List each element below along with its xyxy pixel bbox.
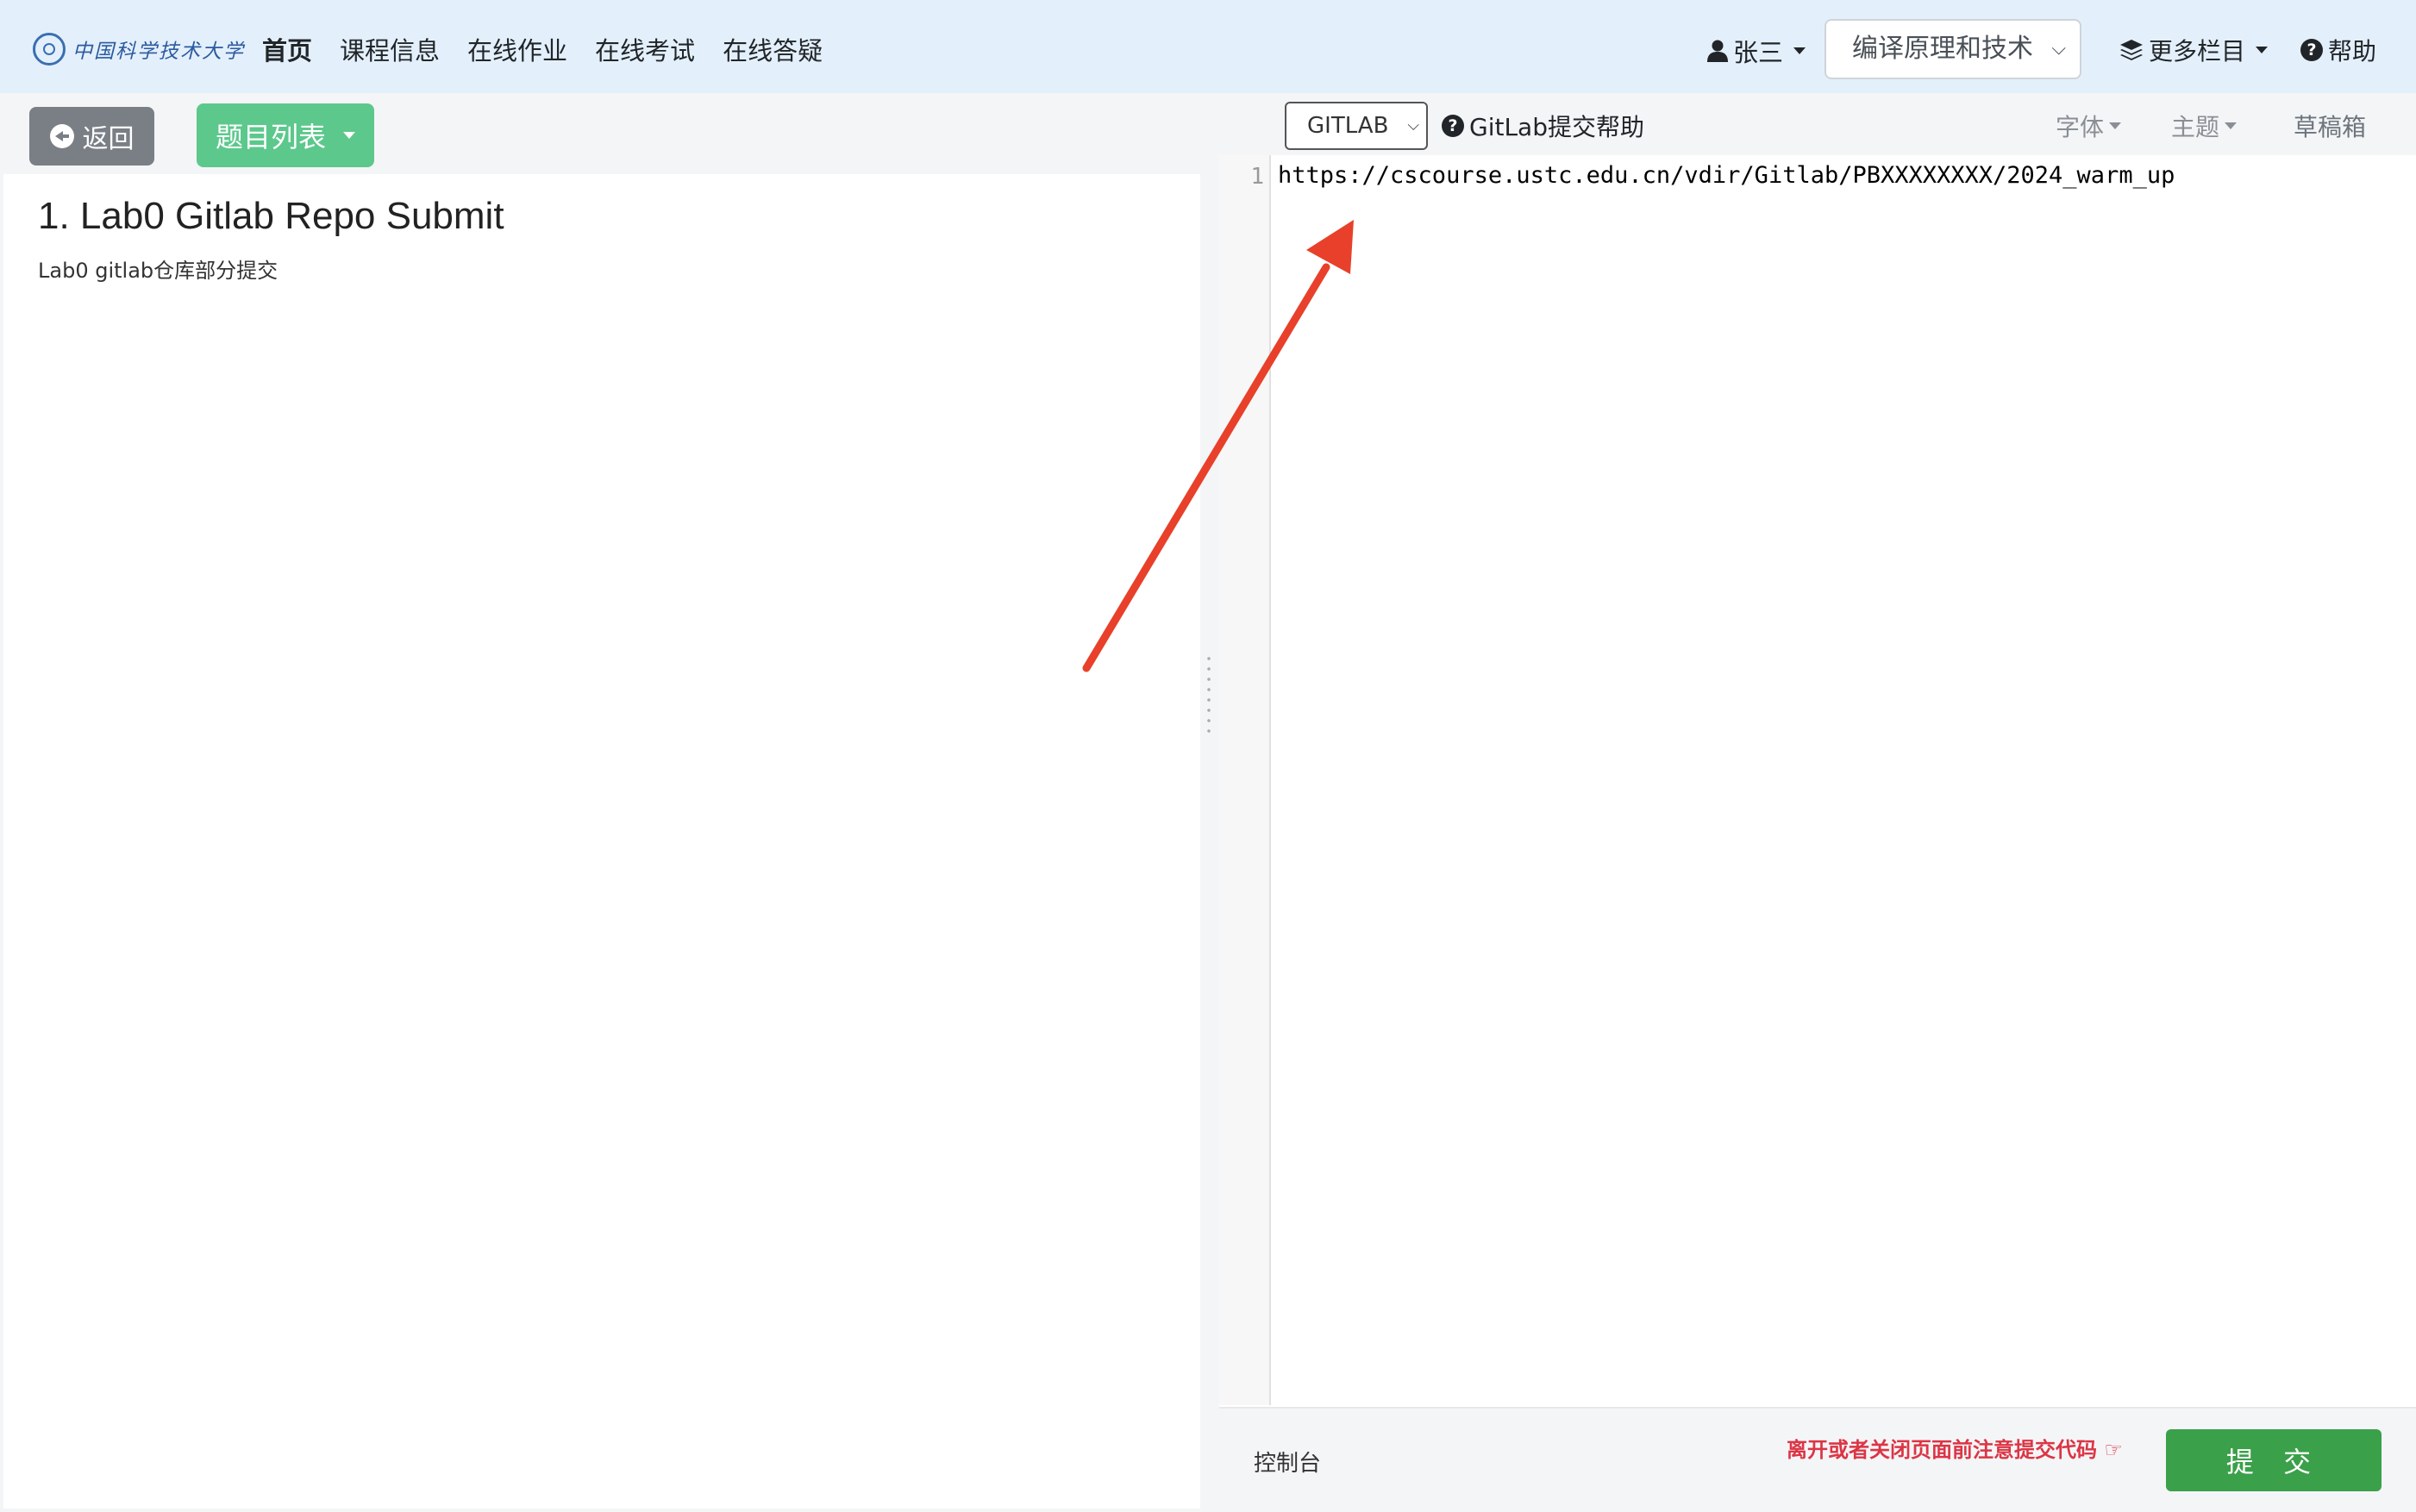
problem-list-button[interactable]: 题目列表 bbox=[197, 103, 374, 167]
font-menu[interactable]: 字体 bbox=[2056, 109, 2122, 143]
problem-title: 1. Lab0 Gitlab Repo Submit bbox=[38, 195, 504, 237]
editor-toolbar: GITLAB ⌵ ? GitLab提交帮助 字体 主题 草稿箱 bbox=[1219, 93, 2416, 155]
chevron-down-icon: ⌵ bbox=[1407, 116, 1419, 134]
drag-handle-icon bbox=[1207, 653, 1211, 736]
course-select[interactable]: 编译原理和技术 ⌵ bbox=[1825, 19, 2081, 79]
line-number: 1 bbox=[1250, 164, 1264, 190]
chevron-down-icon bbox=[2225, 122, 2238, 129]
theme-menu-label: 主题 bbox=[2171, 113, 2220, 141]
help-link[interactable]: ? 帮助 bbox=[2300, 33, 2376, 67]
font-menu-label: 字体 bbox=[2056, 113, 2105, 141]
chevron-down-icon bbox=[1793, 47, 1806, 54]
problem-list-label: 题目列表 bbox=[215, 121, 326, 153]
gitlab-help-label: GitLab提交帮助 bbox=[1469, 113, 1644, 141]
ustc-logo[interactable]: 中国科学技术大学 bbox=[33, 33, 245, 66]
help-label: 帮助 bbox=[2328, 37, 2377, 66]
submit-button[interactable]: 提 交 bbox=[2166, 1429, 2382, 1491]
top-navbar: 中国科学技术大学 首页 课程信息 在线作业 在线考试 在线答疑 张三 编译原理和… bbox=[0, 0, 2416, 93]
theme-menu[interactable]: 主题 bbox=[2171, 109, 2238, 143]
ustc-seal-icon bbox=[33, 33, 66, 66]
console-bar: 控制台 离开或者关闭页面前注意提交代码 ☞ 提 交 bbox=[1219, 1407, 2416, 1512]
code-line[interactable]: https://cscourse.ustc.edu.cn/vdir/Gitlab… bbox=[1278, 162, 2175, 189]
line-number-gutter: 1 bbox=[1219, 155, 1271, 1405]
main-nav: 首页 课程信息 在线作业 在线考试 在线答疑 bbox=[262, 31, 823, 67]
problem-description-panel: 1. Lab0 Gitlab Repo Submit Lab0 gitlab仓库… bbox=[3, 174, 1200, 1509]
language-value: GITLAB bbox=[1307, 113, 1389, 139]
chevron-down-icon: ⌵ bbox=[2051, 38, 2066, 59]
chevron-down-icon bbox=[2109, 122, 2122, 129]
layers-icon bbox=[2120, 40, 2143, 60]
submit-label: 提 交 bbox=[2225, 1446, 2322, 1478]
nav-exam[interactable]: 在线考试 bbox=[595, 31, 695, 67]
nav-homework[interactable]: 在线作业 bbox=[467, 31, 567, 67]
chevron-down-icon bbox=[2256, 47, 2269, 53]
console-toggle[interactable]: 控制台 bbox=[1254, 1446, 1321, 1478]
user-icon bbox=[1707, 40, 1728, 62]
question-circle-icon: ? bbox=[1442, 115, 1464, 137]
hand-pointer-icon: ☞ bbox=[2104, 1438, 2123, 1462]
arrow-circle-left-icon bbox=[49, 124, 74, 148]
back-button[interactable]: 返回 bbox=[29, 107, 154, 166]
chevron-down-icon bbox=[343, 132, 355, 139]
draft-box-link[interactable]: 草稿箱 bbox=[2294, 109, 2366, 143]
user-menu[interactable]: 张三 bbox=[1707, 33, 1806, 69]
panel-splitter[interactable] bbox=[1200, 93, 1219, 1510]
nav-home[interactable]: 首页 bbox=[262, 31, 312, 67]
back-label: 返回 bbox=[82, 124, 135, 154]
code-editor[interactable]: 1 https://cscourse.ustc.edu.cn/vdir/Gitl… bbox=[1219, 155, 2416, 1407]
gitlab-help-link[interactable]: ? GitLab提交帮助 bbox=[1442, 109, 1644, 143]
unsaved-warning: 离开或者关闭页面前注意提交代码 ☞ bbox=[1787, 1433, 2123, 1463]
user-name: 张三 bbox=[1733, 38, 1784, 67]
question-circle-icon: ? bbox=[2300, 39, 2323, 61]
course-select-value: 编译原理和技术 bbox=[1852, 34, 2033, 64]
unsaved-warning-text: 离开或者关闭页面前注意提交代码 bbox=[1787, 1438, 2097, 1462]
more-columns-label: 更多栏目 bbox=[2149, 37, 2246, 66]
more-columns-menu[interactable]: 更多栏目 bbox=[2119, 33, 2269, 67]
nav-qa[interactable]: 在线答疑 bbox=[723, 31, 823, 67]
problem-toolbar: 返回 题目列表 bbox=[0, 93, 1200, 174]
language-select[interactable]: GITLAB ⌵ bbox=[1285, 102, 1428, 150]
problem-description: Lab0 gitlab仓库部分提交 bbox=[38, 259, 279, 283]
nav-course-info[interactable]: 课程信息 bbox=[340, 31, 440, 67]
logo-text: 中国科学技术大学 bbox=[72, 41, 245, 63]
